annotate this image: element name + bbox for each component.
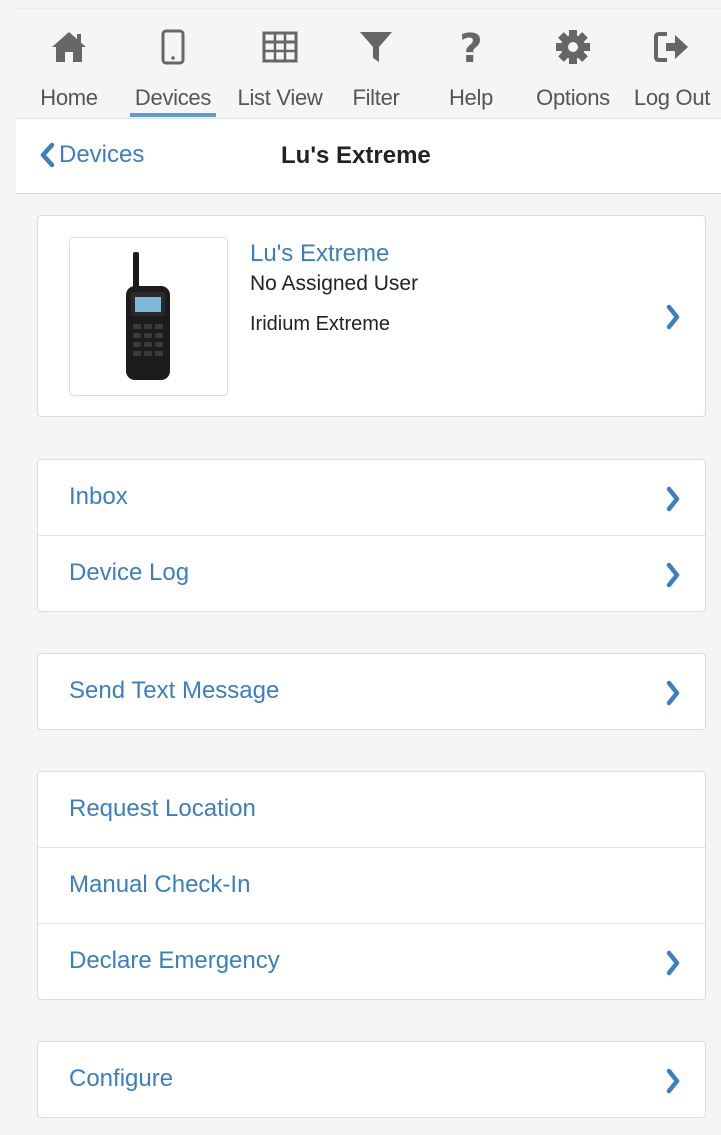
- chevron-right-icon: [666, 950, 680, 976]
- chevron-left-icon: [40, 142, 55, 168]
- chevron-right-icon: [666, 680, 680, 706]
- request-location-row[interactable]: Request Location: [38, 772, 705, 848]
- chevron-right-icon: [666, 486, 680, 512]
- inbox-row[interactable]: Inbox: [38, 460, 705, 536]
- nav-log-out-label: Log Out: [633, 85, 711, 110]
- sign-out-icon: [652, 27, 692, 67]
- declare-emergency-label: Declare Emergency: [69, 947, 280, 974]
- device-thumbnail: [69, 237, 228, 396]
- manual-check-in-label: Manual Check-In: [69, 871, 251, 898]
- svg-text:?: ?: [459, 28, 482, 66]
- declare-emergency-row[interactable]: Declare Emergency: [38, 924, 705, 999]
- back-to-devices-link[interactable]: Devices: [38, 141, 144, 169]
- device-log-label: Device Log: [69, 559, 190, 586]
- nav-help[interactable]: ? Help: [436, 9, 506, 119]
- nav-filter-label: Filter: [352, 85, 400, 110]
- question-mark-icon: ?: [451, 27, 491, 67]
- device-name: Lu's Extreme: [250, 240, 390, 267]
- inbox-label: Inbox: [69, 483, 128, 510]
- send-text-message-row[interactable]: Send Text Message: [38, 654, 705, 729]
- device-summary-card[interactable]: Lu's Extreme No Assigned User Iridium Ex…: [37, 215, 706, 417]
- nav-log-out[interactable]: Log Out: [626, 9, 718, 119]
- request-location-label: Request Location: [69, 795, 256, 822]
- nav-devices-label: Devices: [134, 85, 212, 110]
- back-link-label: Devices: [59, 141, 145, 168]
- table-grid-icon: [260, 27, 300, 67]
- chevron-right-icon: [666, 1068, 680, 1094]
- device-assigned-user: No Assigned User: [250, 272, 419, 295]
- nav-home-label: Home: [40, 85, 98, 110]
- device-model: Iridium Extreme: [250, 313, 391, 335]
- home-icon: [49, 27, 89, 67]
- mobile-device-icon: [153, 27, 193, 67]
- send-text-message-label: Send Text Message: [69, 677, 280, 704]
- nav-list-view-label: List View: [237, 85, 323, 110]
- device-log-row[interactable]: Device Log: [38, 536, 705, 611]
- configure-row[interactable]: Configure: [38, 1042, 705, 1117]
- nav-list-view[interactable]: List View: [228, 9, 332, 119]
- nav-devices[interactable]: Devices: [128, 9, 218, 119]
- page-title: Lu's Extreme: [281, 142, 431, 169]
- nav-filter[interactable]: Filter: [341, 9, 411, 119]
- nav-options-label: Options: [536, 85, 610, 110]
- nav-home[interactable]: Home: [34, 9, 104, 119]
- filter-funnel-icon: [356, 27, 396, 67]
- top-nav-bar: Home Devices List View Filter ? Help Opt…: [16, 8, 721, 119]
- actions-group: Request Location Manual Check-In Declare…: [37, 771, 706, 1000]
- chevron-right-icon: [666, 562, 680, 588]
- nav-options[interactable]: Options: [526, 9, 620, 119]
- active-tab-indicator: [130, 113, 216, 117]
- gear-icon: [553, 27, 593, 67]
- manual-check-in-row[interactable]: Manual Check-In: [38, 848, 705, 924]
- settings-group: Configure: [37, 1041, 706, 1118]
- sub-header: Devices Lu's Extreme: [16, 118, 721, 194]
- messages-group: Inbox Device Log: [37, 459, 706, 612]
- send-group: Send Text Message: [37, 653, 706, 730]
- nav-help-label: Help: [448, 85, 494, 110]
- satellite-phone-image: [126, 252, 170, 380]
- chevron-right-icon: [666, 304, 680, 330]
- configure-label: Configure: [69, 1065, 174, 1092]
